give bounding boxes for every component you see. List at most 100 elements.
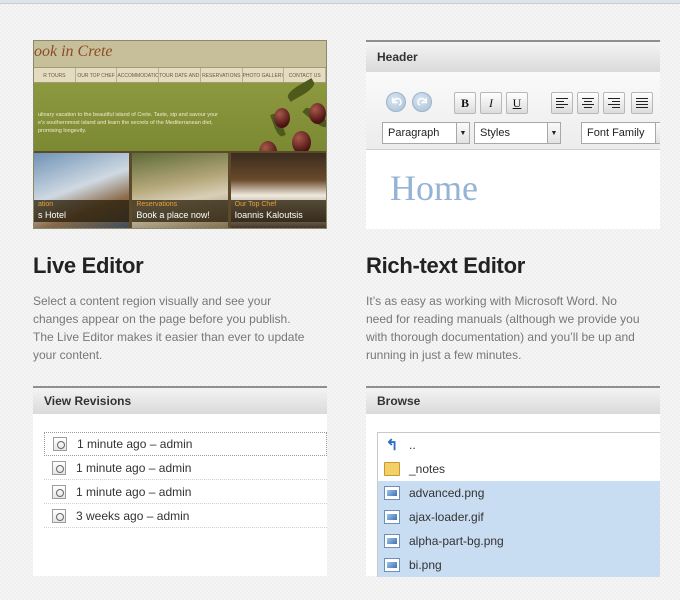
- description-line: changes appear on the page before you pu…: [33, 312, 291, 326]
- revision-list: 1 minute ago – admin 1 minute ago – admi…: [44, 432, 327, 528]
- site-card: ation s Hotel: [34, 153, 130, 228]
- view-revisions-header: View Revisions: [33, 386, 327, 414]
- editor-toolbar: B I U Paragraph ▼ Styles ▼ Font Family ▼: [366, 72, 660, 150]
- site-feature-cards: ation s Hotel Reservations Book a place …: [34, 151, 326, 228]
- align-left-icon[interactable]: [551, 92, 573, 114]
- site-intro-line: promising longevity.: [38, 128, 87, 134]
- rich-text-editor-screenshot: Header B I U Paragraph ▼ Styles ▼ Font F…: [366, 40, 660, 229]
- rich-text-editor-description: It’s as easy as working with Microsoft W…: [366, 292, 662, 364]
- file-list-item[interactable]: ajax-loader.gif: [378, 505, 660, 529]
- align-right-icon[interactable]: [603, 92, 625, 114]
- chevron-down-icon: ▼: [456, 123, 469, 143]
- view-revisions-panel: View Revisions 1 minute ago – admin 1 mi…: [33, 386, 327, 576]
- site-card-title: s Hotel: [38, 210, 67, 220]
- file-list-item-parent[interactable]: ↰ ..: [378, 433, 660, 457]
- image-file-icon: [384, 534, 400, 548]
- image-file-icon: [384, 558, 400, 572]
- bold-button[interactable]: B: [454, 92, 476, 114]
- revision-clock-icon: [53, 437, 67, 451]
- redo-icon[interactable]: [412, 92, 432, 112]
- site-nav-item: PHOTO GALLERY: [243, 68, 285, 82]
- revision-separator: –: [146, 508, 154, 523]
- site-nav-item: R TOURS: [34, 68, 76, 82]
- file-name: ajax-loader.gif: [409, 510, 484, 524]
- site-nav-item: OUR TOP CHEF: [76, 68, 118, 82]
- revision-clock-icon: [52, 460, 66, 475]
- italic-button[interactable]: I: [480, 92, 502, 114]
- live-editor-description: Select a content region visually and see…: [33, 292, 329, 364]
- file-list: ↰ .. _notes advanced.png ajax-loader.gif…: [377, 432, 660, 577]
- site-card-caption: Reservations Book a place now!: [132, 200, 228, 222]
- live-editor-title: Live Editor: [33, 253, 144, 278]
- font-family-select-value: Font Family: [587, 127, 645, 139]
- editor-panel-header: Header: [366, 40, 660, 72]
- live-editor-screenshot: ook in Crete R TOURS OUR TOP CHEF ACCOMM…: [33, 40, 327, 229]
- font-family-select[interactable]: Font Family ▼: [581, 122, 660, 144]
- file-name: advanced.png: [409, 486, 485, 500]
- file-name: _notes: [409, 462, 446, 476]
- site-intro-line: ulinary vacation to the beautiful island…: [38, 112, 218, 118]
- align-justify-icon[interactable]: [631, 92, 653, 114]
- site-card-label: Reservations: [136, 201, 178, 208]
- browse-panel: Browse ↰ .. _notes advanced.png ajax-loa…: [366, 386, 660, 577]
- revision-time: 1 minute ago: [76, 484, 146, 499]
- description-line: The Live Editor makes it easier than eve…: [33, 330, 305, 344]
- undo-icon[interactable]: [386, 92, 406, 112]
- site-nav-item: RESERVATIONS: [201, 68, 243, 82]
- revision-time: 1 minute ago: [77, 437, 147, 451]
- revision-time: 1 minute ago: [76, 460, 146, 475]
- revision-separator: –: [148, 484, 156, 499]
- site-nav-item: ACCOMMODATION: [117, 68, 160, 82]
- site-nav-item: CONTACT US: [284, 68, 326, 82]
- description-line: running in just a few minutes.: [366, 348, 522, 362]
- description-line: It’s as easy as working with Microsoft W…: [366, 294, 617, 308]
- revision-item[interactable]: 1 minute ago – admin: [44, 480, 327, 504]
- underline-button[interactable]: U: [506, 92, 528, 114]
- site-header: ook in Crete: [34, 41, 326, 67]
- description-line: need for reading manuals (although we pr…: [366, 312, 640, 326]
- site-card-caption: Our Top Chef Ioannis Kaloutsis: [230, 200, 326, 222]
- description-line: Select a content region visually and see…: [33, 294, 272, 308]
- olive: [309, 103, 326, 124]
- revision-item[interactable]: 3 weeks ago – admin: [44, 504, 327, 528]
- format-select[interactable]: Paragraph ▼: [382, 122, 470, 144]
- olive: [274, 108, 290, 128]
- site-card-title: Ioannis Kaloutsis: [234, 210, 303, 220]
- site-card: Reservations Book a place now!: [132, 153, 228, 228]
- chevron-down-icon: ▼: [655, 123, 660, 143]
- image-file-icon: [384, 486, 400, 500]
- site-card-caption: ation s Hotel: [34, 200, 130, 222]
- up-arrow-icon: ↰: [385, 437, 399, 454]
- browse-header: Browse: [366, 386, 660, 414]
- styles-select[interactable]: Styles ▼: [474, 122, 561, 144]
- file-list-item-folder[interactable]: _notes: [378, 457, 660, 481]
- revision-clock-icon: [52, 508, 66, 523]
- revision-clock-icon: [52, 484, 66, 499]
- styles-select-value: Styles: [480, 127, 510, 139]
- editor-content-area[interactable]: Home: [366, 151, 660, 229]
- file-name: alpha-part-bg.png: [409, 534, 504, 548]
- site-nav: R TOURS OUR TOP CHEF ACCOMMODATION TOUR …: [34, 67, 326, 83]
- editor-heading-text: Home: [390, 168, 478, 208]
- site-logo: ook in Crete: [34, 43, 113, 60]
- file-list-item[interactable]: alpha-part-bg.png: [378, 529, 660, 553]
- revision-separator: –: [148, 460, 156, 475]
- file-list-item[interactable]: advanced.png: [378, 481, 660, 505]
- chevron-down-icon: ▼: [547, 123, 560, 143]
- site-intro-text: ulinary vacation to the beautiful island…: [38, 111, 258, 135]
- site-intro-line: e's southernmost island and learn the se…: [38, 120, 213, 126]
- revision-time: 3 weeks ago: [76, 508, 144, 523]
- folder-icon: [384, 462, 400, 476]
- revision-item[interactable]: 1 minute ago – admin: [44, 432, 327, 456]
- align-center-icon[interactable]: [577, 92, 599, 114]
- description-line: with thorough documentation) and you’ll …: [366, 330, 635, 344]
- file-list-item[interactable]: bi.png: [378, 553, 660, 577]
- rich-text-editor-title: Rich-text Editor: [366, 253, 525, 278]
- revision-item[interactable]: 1 minute ago – admin: [44, 456, 327, 480]
- revision-user: admin: [159, 437, 193, 451]
- revision-user: admin: [158, 460, 192, 475]
- format-select-value: Paragraph: [388, 127, 440, 139]
- top-border: [0, 0, 680, 4]
- description-line: your content.: [33, 348, 103, 362]
- revision-user: admin: [158, 484, 192, 499]
